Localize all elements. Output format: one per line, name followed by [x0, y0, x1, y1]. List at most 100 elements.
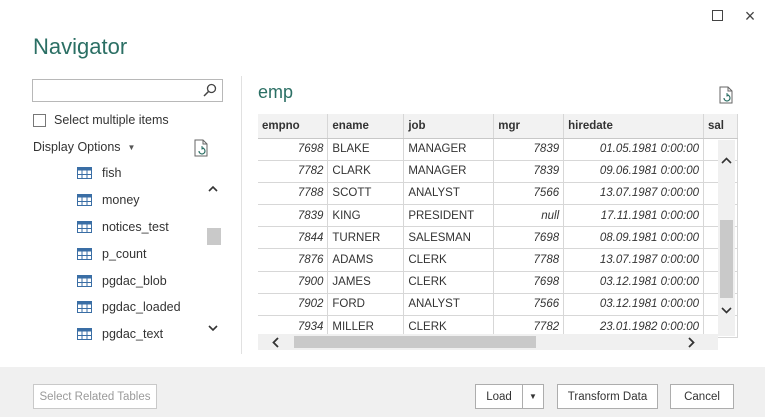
tree-item[interactable]: money	[60, 187, 205, 214]
column-header[interactable]: hiredate	[563, 114, 704, 139]
table-cell: 13.07.1987 0:00:00	[563, 248, 704, 272]
table-cell: FORD	[327, 293, 405, 317]
table-cell: SCOTT	[327, 182, 405, 206]
table-cell: 7876	[258, 248, 329, 272]
tree-item[interactable]: notices_test	[60, 214, 205, 241]
table-icon	[77, 220, 92, 233]
tree-item-label: pgdac_text	[102, 327, 164, 342]
restore-icon	[711, 10, 723, 21]
display-options-dropdown[interactable]: Display Options ▼	[33, 140, 135, 154]
chevron-down-icon: ▼	[529, 392, 537, 401]
table-cell: CLERK	[403, 248, 495, 272]
preview-horizontal-scrollbar[interactable]	[258, 334, 718, 350]
tree-item[interactable]: pgdac_loaded	[60, 294, 205, 321]
table-cell: 17.11.1981 0:00:00	[563, 204, 704, 228]
table-cell: 03.12.1981 0:00:00	[563, 271, 704, 294]
column-header[interactable]: mgr	[493, 114, 565, 139]
table-cell: 7698	[493, 271, 565, 294]
restore-button[interactable]	[707, 6, 727, 26]
table-cell: BLAKE	[327, 138, 405, 161]
table-cell: ANALYST	[403, 293, 495, 317]
tree-item[interactable]: pgdac_blob	[60, 267, 205, 294]
table-cell: MANAGER	[403, 160, 495, 183]
load-options-button[interactable]: ▼	[522, 384, 544, 409]
dialog-footer: Select Related Tables Load ▼ Transform D…	[0, 367, 765, 417]
table-cell: SALESMAN	[403, 226, 495, 250]
tree-item[interactable]: pgdac_text	[60, 321, 205, 348]
tree-item-label: fish	[102, 166, 122, 181]
table-cell: CLARK	[327, 160, 405, 183]
tree-item-label: pgdac_blob	[102, 273, 167, 288]
search-icon	[203, 83, 217, 97]
table-cell: 7902	[258, 293, 329, 317]
column-header[interactable]: job	[403, 114, 495, 139]
tree-item[interactable]: p_count	[60, 240, 205, 267]
scroll-thumb[interactable]	[294, 336, 536, 348]
table-icon	[77, 194, 92, 207]
scroll-left-icon[interactable]	[271, 337, 281, 348]
navigator-tree: fish money notices_test p_count pgdac_blobpg…	[60, 160, 205, 354]
table-row: 7902 FORD ANALYST 7566 03.12.1981 0:00:00	[258, 293, 738, 317]
preview-table: empno ename job mgr hiredate sal 7698 BLAKE MAN…	[258, 114, 738, 339]
table-cell: 7839	[493, 160, 565, 183]
tree-item-label: money	[102, 193, 140, 208]
select-multiple-label: Select multiple items	[54, 113, 169, 127]
table-cell: 09.06.1981 0:00:00	[563, 160, 704, 183]
table-row: 7788 SCOTT ANALYST 7566 13.07.1987 0:00:00	[258, 182, 738, 206]
search-input[interactable]	[32, 79, 223, 102]
table-icon	[77, 301, 92, 314]
table-cell: ADAMS	[327, 248, 405, 272]
scroll-thumb[interactable]	[207, 228, 221, 245]
table-cell: 08.09.1981 0:00:00	[563, 226, 704, 250]
column-header[interactable]: empno	[258, 114, 329, 139]
table-row: 7844 TURNER SALESMAN 7698 08.09.1981 0:00:00	[258, 226, 738, 250]
tree-item-label: pgdac_loaded	[102, 300, 181, 315]
table-cell: CLERK	[403, 271, 495, 294]
select-multiple-row[interactable]: Select multiple items	[33, 112, 169, 128]
table-icon	[77, 328, 92, 341]
scroll-thumb[interactable]	[720, 220, 733, 298]
cancel-button[interactable]: Cancel	[670, 384, 734, 409]
table-cell: 7566	[493, 293, 565, 317]
table-icon	[77, 274, 92, 287]
table-icon	[77, 167, 92, 180]
table-cell: MANAGER	[403, 138, 495, 161]
table-cell: 7782	[258, 160, 329, 183]
table-icon	[77, 247, 92, 260]
table-cell: 7900	[258, 271, 329, 294]
table-cell: null	[493, 204, 565, 228]
column-header[interactable]: ename	[327, 114, 405, 139]
tree-item[interactable]: fish	[60, 160, 205, 187]
scroll-down-icon[interactable]	[721, 305, 732, 315]
table-cell: 7788	[493, 248, 565, 272]
close-button[interactable]: ×	[740, 6, 760, 26]
table-cell: 13.07.1987 0:00:00	[563, 182, 704, 206]
table-cell: 7566	[493, 182, 565, 206]
table-row: 7839 KING PRESIDENT null 17.11.1981 0:00:00	[258, 204, 738, 228]
select-related-tables-button[interactable]: Select Related Tables	[33, 384, 157, 409]
scroll-down-icon[interactable]	[208, 323, 218, 333]
window-title: Navigator	[33, 34, 128, 59]
left-scrollbar[interactable]	[205, 168, 221, 354]
preview-vertical-scrollbar[interactable]	[718, 140, 735, 336]
table-cell: 7839	[258, 204, 329, 228]
preview-refresh-icon[interactable]	[718, 86, 734, 104]
table-cell: 7788	[258, 182, 329, 206]
scroll-up-icon[interactable]	[208, 184, 218, 194]
column-header[interactable]: sal	[703, 114, 738, 139]
table-row: 7876 ADAMS CLERK 7788 13.07.1987 0:00:00	[258, 248, 738, 272]
table-cell: KING	[327, 204, 405, 228]
table-cell: 03.12.1981 0:00:00	[563, 293, 704, 317]
tree-item-label: notices_test	[102, 219, 169, 234]
scroll-up-icon[interactable]	[721, 156, 732, 166]
refresh-icon[interactable]	[193, 139, 209, 157]
transform-data-button[interactable]: Transform Data	[557, 384, 658, 409]
scroll-right-icon[interactable]	[686, 337, 696, 348]
table-row: 7900 JAMES CLERK 7698 03.12.1981 0:00:00	[258, 271, 738, 294]
select-multiple-checkbox[interactable]	[33, 113, 46, 127]
load-button[interactable]: Load	[475, 384, 523, 409]
preview-title: emp	[258, 82, 294, 102]
table-cell: 7844	[258, 226, 329, 250]
display-options-label: Display Options	[33, 140, 121, 154]
table-cell: TURNER	[327, 226, 405, 250]
